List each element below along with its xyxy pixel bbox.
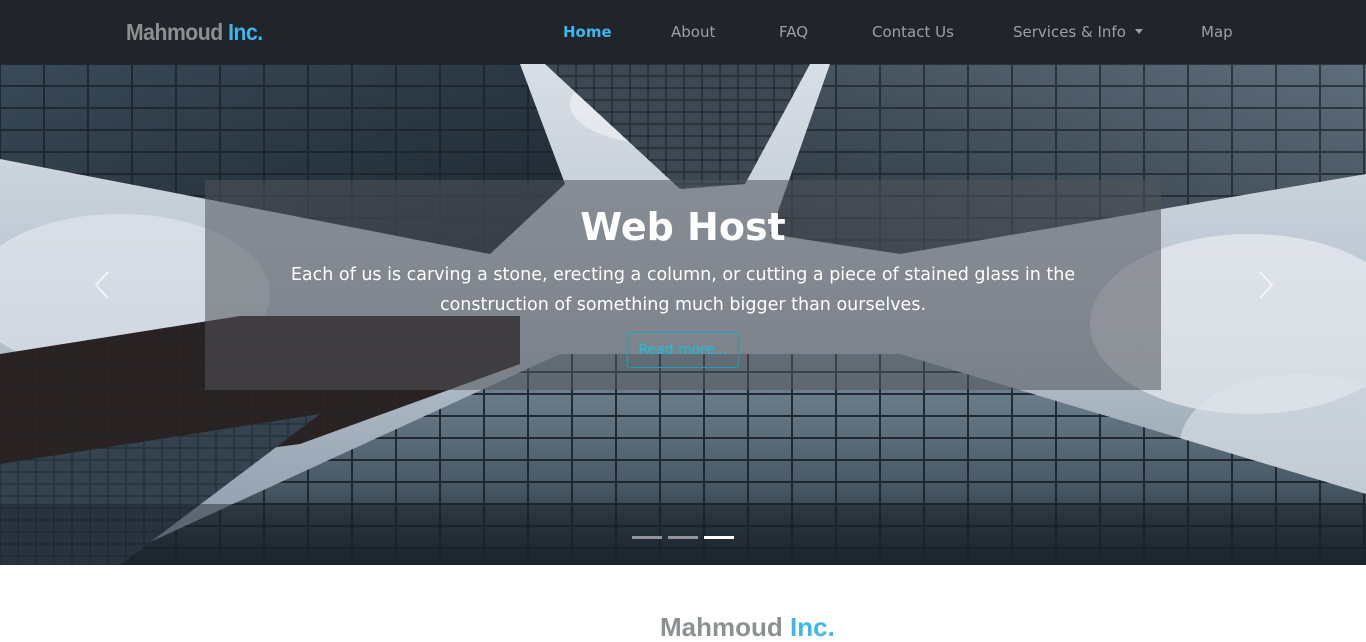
read-more-button[interactable]: Read more... xyxy=(627,332,739,368)
carousel-indicator-3[interactable] xyxy=(704,536,734,539)
carousel-next-button[interactable] xyxy=(1250,270,1280,300)
section-heading-suffix: Inc. xyxy=(790,612,835,642)
carousel-indicator-2[interactable] xyxy=(668,536,698,539)
chevron-down-icon xyxy=(1134,29,1143,34)
carousel-indicator-1[interactable] xyxy=(632,536,662,539)
nav-contact[interactable]: Contact Us xyxy=(872,22,954,42)
nav-map[interactable]: Map xyxy=(1201,22,1233,42)
carousel-prev-button[interactable] xyxy=(88,270,118,300)
nav-home[interactable]: Home xyxy=(563,22,612,42)
chevron-right-icon xyxy=(1259,271,1274,299)
chevron-left-icon xyxy=(94,271,109,299)
navbar: Mahmoud Inc. Home About FAQ Contact Us S… xyxy=(0,0,1366,64)
main-nav: Home About FAQ Contact Us Services & Inf… xyxy=(0,0,1366,64)
nav-services-label: Services & Info xyxy=(1013,23,1126,41)
carousel-text: Each of us is carving a stone, erecting … xyxy=(290,265,1076,315)
nav-services-dropdown[interactable]: Services & Info xyxy=(1013,22,1143,42)
nav-about[interactable]: About xyxy=(671,22,715,42)
hero-carousel: Web Host Each of us is carving a stone, … xyxy=(0,64,1366,565)
carousel-title: Web Host xyxy=(580,205,786,249)
nav-faq[interactable]: FAQ xyxy=(779,22,808,42)
section-heading: Mahmoud Inc. xyxy=(660,612,835,642)
section-heading-name: Mahmoud xyxy=(660,612,783,642)
